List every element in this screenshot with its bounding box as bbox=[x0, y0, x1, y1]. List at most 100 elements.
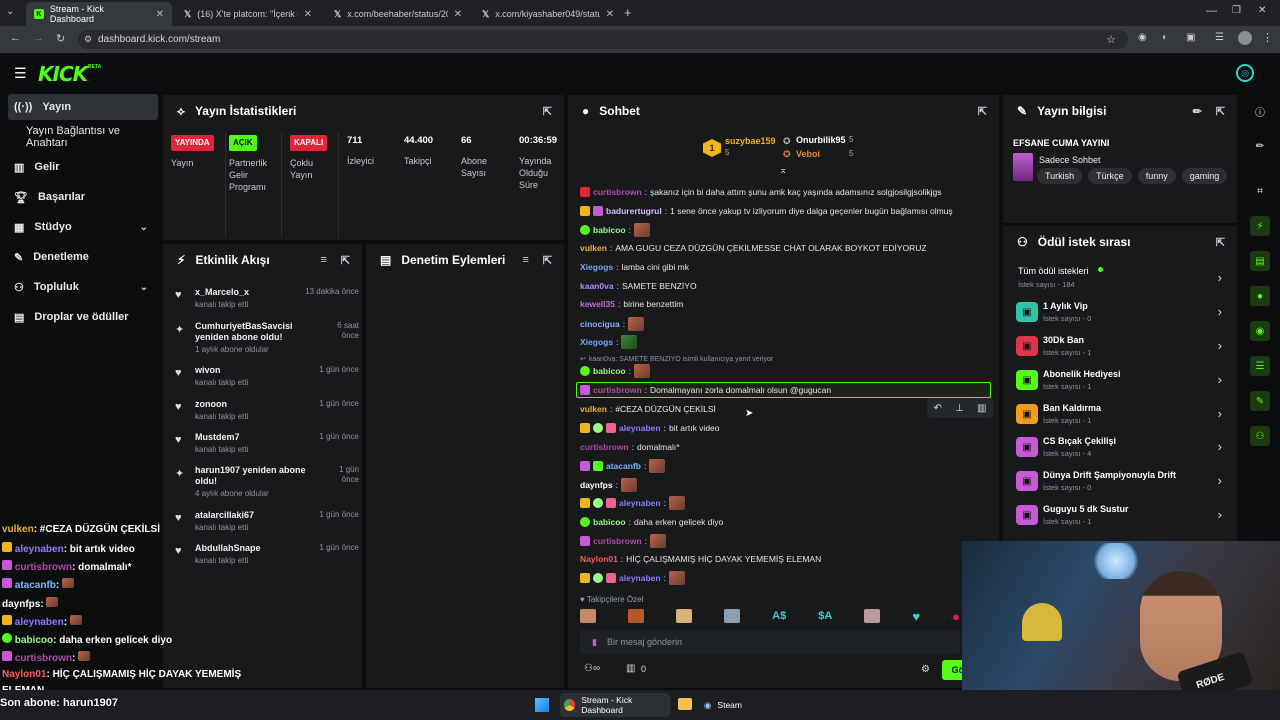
chat-username[interactable]: daynfps bbox=[580, 480, 613, 490]
popout-icon[interactable]: ⇱ bbox=[978, 105, 987, 118]
chat-username[interactable]: curtisbrown bbox=[593, 187, 642, 197]
taskbar-app-chrome[interactable]: Stream - Kick Dashboard bbox=[560, 693, 670, 717]
emote[interactable] bbox=[628, 609, 645, 623]
close-icon[interactable]: ✕ bbox=[454, 9, 462, 20]
tag[interactable]: gaming bbox=[1181, 168, 1228, 184]
sidebar-item-stream[interactable]: ((·)) Yayın bbox=[8, 94, 158, 120]
browser-tab-active[interactable]: K Stream - Kick Dashboard ✕ bbox=[26, 2, 172, 26]
top-chatter-name[interactable]: suzybae159 bbox=[725, 136, 776, 146]
tab-menu-icon[interactable]: ⌄ bbox=[6, 6, 14, 17]
emote[interactable]: $A bbox=[818, 610, 832, 622]
collapse-icon[interactable]: ⌅ bbox=[779, 165, 787, 176]
reward-item[interactable]: ▣ Ban Kaldırma İstek sayısı - 1 › bbox=[1016, 400, 1226, 430]
list-icon[interactable]: ☰ bbox=[1250, 356, 1270, 376]
maximize-icon[interactable]: ❐ bbox=[1232, 5, 1241, 16]
community-icon[interactable]: ⚇ bbox=[1250, 426, 1270, 446]
popout-icon[interactable]: ⇱ bbox=[1216, 236, 1225, 249]
chat-username[interactable]: aleynaben bbox=[619, 423, 661, 433]
wrench-icon[interactable]: ✎ bbox=[1250, 391, 1270, 411]
chat-username[interactable]: cinocigua bbox=[580, 319, 620, 329]
sidepanel-icon[interactable]: ☰ bbox=[1215, 32, 1224, 43]
activity-name[interactable]: AbdullahSnape bbox=[195, 543, 307, 554]
chat-username[interactable]: babicoo bbox=[593, 366, 626, 376]
extensions-puzzle-icon[interactable]: ▣ bbox=[1186, 32, 1195, 43]
chevron-right-icon[interactable]: › bbox=[1218, 406, 1222, 421]
crop-icon[interactable]: ⌗ bbox=[1250, 181, 1270, 201]
file-explorer-icon[interactable] bbox=[678, 698, 692, 710]
chevron-right-icon[interactable]: › bbox=[1218, 304, 1222, 319]
browser-tab[interactable]: 𝕏 (16) X'te platcom: "İçerik üretici... … bbox=[176, 2, 320, 26]
activity-name[interactable]: harun1907 yeniden abone oldu! bbox=[195, 465, 307, 487]
reply-icon[interactable]: ↶ bbox=[934, 403, 942, 414]
info-icon[interactable]: ⓘ bbox=[1250, 101, 1270, 121]
popout-icon[interactable]: ⇱ bbox=[543, 254, 552, 267]
kick-logo[interactable]: KICK bbox=[38, 62, 88, 86]
sidebar-item-revenue[interactable]: ▥ Gelir bbox=[8, 154, 158, 180]
emote[interactable] bbox=[580, 609, 596, 623]
chat-username[interactable]: Naylon01 bbox=[580, 554, 618, 564]
lightning-icon[interactable]: ⚡︎ bbox=[1250, 216, 1270, 236]
tag[interactable]: Türkçe bbox=[1088, 168, 1132, 184]
tag[interactable]: Turkish bbox=[1037, 168, 1083, 184]
hamburger-menu-icon[interactable]: ☰ bbox=[14, 65, 27, 82]
chat-username[interactable]: curtisbrown bbox=[580, 442, 629, 452]
pin-icon[interactable]: ⊥ bbox=[955, 403, 964, 414]
close-icon[interactable]: ✕ bbox=[156, 9, 164, 20]
bookmark-star-icon[interactable]: ☆ bbox=[1106, 33, 1116, 46]
sidebar-item-moderation[interactable]: ✎ Denetleme bbox=[8, 244, 158, 270]
reward-item[interactable]: ▣ CS Bıçak Çekilişi İstek sayısı - 4 › bbox=[1016, 433, 1226, 463]
close-icon[interactable]: ✕ bbox=[304, 9, 312, 20]
windows-start-icon[interactable] bbox=[535, 698, 549, 712]
document-icon[interactable]: ▤ bbox=[1250, 251, 1270, 271]
popout-icon[interactable]: ⇱ bbox=[341, 254, 350, 267]
chat-username[interactable]: kaan0va bbox=[580, 281, 614, 291]
activity-name[interactable]: zonoon bbox=[195, 399, 307, 410]
translate-icon[interactable]: ◐ bbox=[1162, 32, 1168, 43]
browser-tab[interactable]: 𝕏 x.com/kiyashaber049/status/20... ✕ bbox=[474, 2, 622, 26]
chat-username[interactable]: babicoo bbox=[593, 225, 626, 235]
forward-icon[interactable]: → bbox=[33, 32, 44, 44]
emote[interactable] bbox=[676, 609, 693, 623]
sidebar-item-stream-key[interactable]: Yayın Bağlantısı ve Anahtarı bbox=[8, 124, 158, 150]
reward-item[interactable]: ▣ Guguyu 5 dk Sustur İstek sayısı - 1 › bbox=[1016, 501, 1226, 531]
profile-avatar[interactable] bbox=[1238, 31, 1252, 45]
emote[interactable] bbox=[864, 609, 881, 623]
browser-tab[interactable]: 𝕏 x.com/beehaber/status/20365... ✕ bbox=[326, 2, 470, 26]
chat-username[interactable]: curtisbrown bbox=[593, 536, 642, 546]
top-chatter-name[interactable]: Onurbilik95 bbox=[796, 135, 846, 145]
chevron-right-icon[interactable]: › bbox=[1218, 439, 1222, 454]
microphone-icon[interactable]: ▮ bbox=[592, 637, 597, 648]
chat-username[interactable]: babicoo bbox=[593, 517, 626, 527]
extension-icon[interactable]: ◉ bbox=[1138, 32, 1147, 43]
activity-name[interactable]: Mustdem7 bbox=[195, 432, 307, 443]
browser-menu-icon[interactable]: ⋮ bbox=[1262, 31, 1273, 44]
popout-icon[interactable]: ⇱ bbox=[543, 105, 552, 118]
send-button[interactable]: Gö bbox=[942, 660, 964, 680]
user-avatar[interactable]: ◎ bbox=[1236, 64, 1254, 82]
emote[interactable] bbox=[724, 609, 741, 623]
chevron-down-icon[interactable]: ⌄ bbox=[140, 282, 148, 293]
reward-item[interactable]: ▣ 1 Aylık Vip İstek sayısı - 0 › bbox=[1016, 298, 1226, 328]
users-icon[interactable]: ⚇∞ bbox=[584, 663, 600, 674]
activity-name[interactable]: x_Marcelo_x bbox=[195, 287, 307, 298]
top-chatter-name[interactable]: Veboi bbox=[796, 149, 820, 159]
activity-name[interactable]: atalarcillaki67 bbox=[195, 510, 307, 521]
trash-icon[interactable]: ▥ bbox=[626, 663, 635, 674]
chat-username[interactable]: aleynaben bbox=[619, 498, 661, 508]
reward-item[interactable]: ▣ Dünya Drift Şampiyonuyla Drift İstek say… bbox=[1016, 467, 1226, 497]
emote[interactable]: ● bbox=[952, 609, 960, 624]
delete-icon[interactable]: ▥ bbox=[977, 403, 986, 414]
reload-icon[interactable]: ↻ bbox=[56, 32, 65, 45]
minimize-icon[interactable]: — bbox=[1206, 5, 1217, 17]
filter-icon[interactable]: ≡ bbox=[522, 254, 528, 267]
chat-username[interactable]: aleynaben bbox=[619, 573, 661, 583]
chat-bubble-icon[interactable]: ● bbox=[1250, 286, 1270, 306]
chat-username[interactable]: Xiegogs bbox=[580, 262, 613, 272]
chat-username[interactable]: Xiegogs bbox=[580, 337, 613, 347]
chat-username[interactable]: kewell35 bbox=[580, 299, 615, 309]
reward-item[interactable]: ▣ Abonelik Hediyesi İstek sayısı - 1 › bbox=[1016, 366, 1226, 396]
window-close-icon[interactable]: ✕ bbox=[1258, 5, 1266, 16]
edit-pencil-icon[interactable]: ✏ bbox=[1250, 136, 1270, 156]
popout-icon[interactable]: ⇱ bbox=[1216, 105, 1225, 118]
chevron-right-icon[interactable]: › bbox=[1218, 270, 1222, 285]
